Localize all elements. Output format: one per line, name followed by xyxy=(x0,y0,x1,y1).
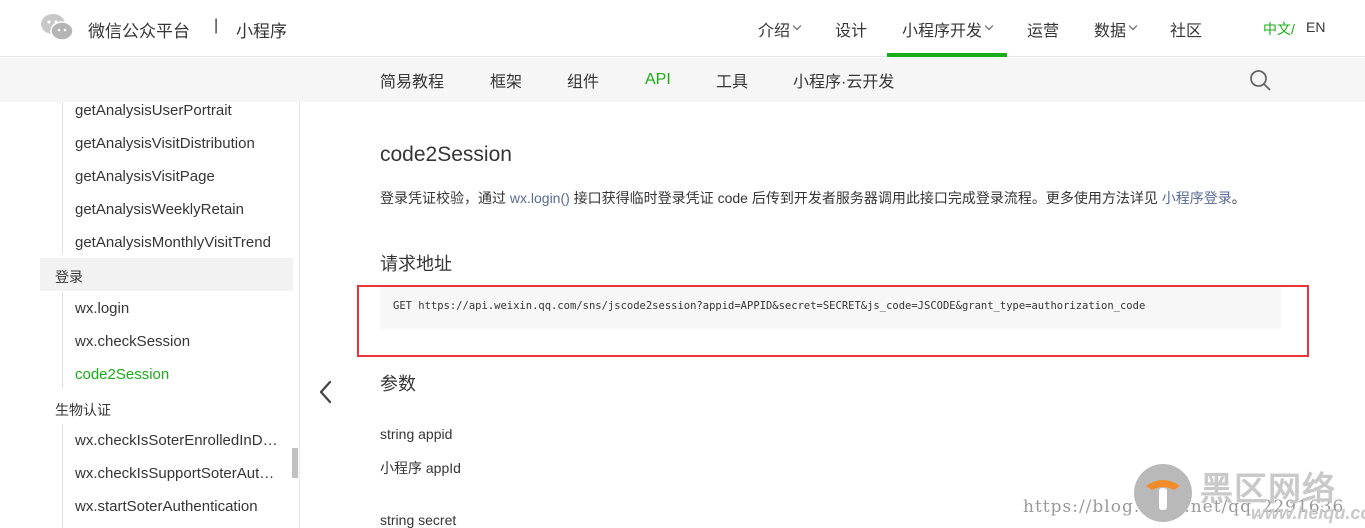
nav-design[interactable]: 设计 xyxy=(835,0,867,57)
chevron-down-icon xyxy=(792,21,802,30)
lang-zh-link[interactable]: 中文/ xyxy=(1263,19,1295,39)
nav-operation-label: 运营 xyxy=(1027,22,1060,40)
nav-data[interactable]: 数据 xyxy=(1094,0,1138,57)
lang-en-link[interactable]: EN xyxy=(1306,19,1325,35)
tree-line xyxy=(62,424,63,528)
nav-data-label: 数据 xyxy=(1094,22,1127,40)
sidebar-item-getanalysisuserportrait[interactable]: getAnalysisUserPortrait xyxy=(75,102,285,119)
sidebar-item-wx-startsoterauthentication[interactable]: wx.startSoterAuthentication xyxy=(75,498,285,515)
tree-line xyxy=(62,102,63,254)
param-secret-name: string secret xyxy=(380,512,457,528)
brand-title[interactable]: 微信公众平台 xyxy=(88,17,190,42)
sidebar-scrollbar[interactable] xyxy=(292,448,298,478)
sidebar-group-login[interactable]: 登录 xyxy=(55,267,83,287)
section-heading-request-url: 请求地址 xyxy=(380,254,452,274)
sidebar-item-wx-login[interactable]: wx.login xyxy=(75,300,285,317)
sidebar-item-code2session[interactable]: code2Session xyxy=(75,366,285,383)
brand-separator: | xyxy=(214,17,219,34)
desc-text: 登录凭证校验，通过 xyxy=(380,190,510,206)
desc-text: 。 xyxy=(1231,190,1246,206)
nav-intro[interactable]: 介绍 xyxy=(758,0,802,57)
secondary-nav: 简易教程 框架 组件 API 工具 小程序·云开发 xyxy=(0,58,1365,102)
subnav-cloud[interactable]: 小程序·云开发 xyxy=(793,58,894,102)
sidebar[interactable]: getAnalysisUserPortrait getAnalysisVisit… xyxy=(0,102,300,528)
sidebar-item-wx-checkissoterenrolledindevice[interactable]: wx.checkIsSoterEnrolledInDevice xyxy=(75,432,278,449)
subnav-framework[interactable]: 框架 xyxy=(490,58,522,102)
desc-text: 接口获得临时登录凭证 code 后传到开发者服务器调用此接口完成登录流程。更多使… xyxy=(569,190,1162,206)
nav-dev-label: 小程序开发 xyxy=(902,22,983,40)
page-title: code2Session xyxy=(380,143,512,166)
sidebar-item-getanalysismonthlyvisittrend[interactable]: getAnalysisMonthlyVisitTrend xyxy=(75,234,275,251)
param-appid-name: string appid xyxy=(380,426,453,442)
active-nav-indicator xyxy=(887,53,1007,57)
watermark-logo-icon xyxy=(1134,464,1192,522)
nav-community-label: 社区 xyxy=(1170,22,1203,40)
highlight-annotation-box xyxy=(357,285,1309,357)
section-heading-params: 参数 xyxy=(380,374,416,394)
sidebar-item-wx-checkissupportsoterauthentication[interactable]: wx.checkIsSupportSoterAuthentication xyxy=(75,465,278,482)
subnav-components[interactable]: 组件 xyxy=(567,58,599,102)
page-description: 登录凭证校验，通过 wx.login() 接口获得临时登录凭证 code 后传到… xyxy=(380,188,1246,208)
nav-intro-label: 介绍 xyxy=(758,22,791,40)
wx-login-link[interactable]: wx.login() xyxy=(510,190,570,206)
subnav-tools[interactable]: 工具 xyxy=(716,58,748,102)
nav-dev[interactable]: 小程序开发 xyxy=(902,0,994,57)
subnav-api[interactable]: API xyxy=(645,58,671,102)
sidebar-group-bio[interactable]: 生物认证 xyxy=(55,400,111,420)
sidebar-item-getanalysisvisitpage[interactable]: getAnalysisVisitPage xyxy=(75,168,285,185)
chevron-down-icon xyxy=(984,21,994,30)
param-appid-desc: 小程序 appId xyxy=(380,460,461,476)
chevron-left-icon[interactable] xyxy=(316,378,336,406)
brand-subtitle[interactable]: 小程序 xyxy=(236,17,287,42)
mini-program-login-link[interactable]: 小程序登录 xyxy=(1162,190,1232,206)
top-header: 微信公众平台 | 小程序 介绍 设计 小程序开发 运营 数据 社区 中文/ EN xyxy=(0,0,1365,57)
nav-operation[interactable]: 运营 xyxy=(1027,0,1059,57)
tree-line xyxy=(62,292,63,388)
sidebar-item-getanalysisweeklyretain[interactable]: getAnalysisWeeklyRetain xyxy=(75,201,285,218)
chevron-down-icon xyxy=(1128,21,1138,30)
nav-design-label: 设计 xyxy=(835,22,868,40)
wechat-logo-icon[interactable] xyxy=(40,12,74,42)
nav-community[interactable]: 社区 xyxy=(1170,0,1202,57)
sidebar-item-getanalysisvisitdistribution[interactable]: getAnalysisVisitDistribution xyxy=(75,135,285,152)
watermark-subtext: www.heiqu.com xyxy=(1251,503,1365,523)
sidebar-item-wx-checksession[interactable]: wx.checkSession xyxy=(75,333,285,350)
subnav-tutorial[interactable]: 简易教程 xyxy=(380,58,444,102)
search-icon[interactable] xyxy=(1249,69,1271,91)
